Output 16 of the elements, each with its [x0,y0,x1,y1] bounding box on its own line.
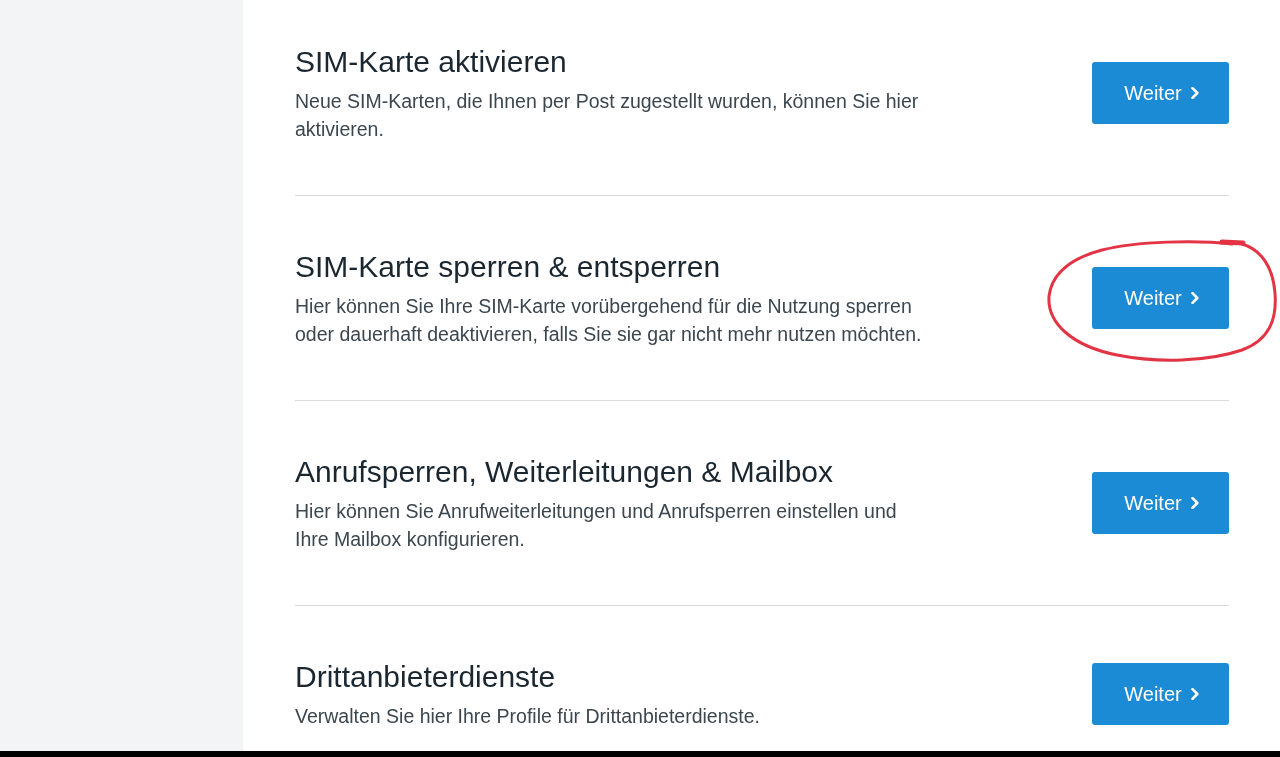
chevron-right-icon [1190,497,1199,509]
section-description: Hier können Sie Anrufweiterleitungen und Anrufsperren einstellen und Ihre Mailbox konfigurieren. [295,499,898,552]
section-description: Neue SIM-Karten, die Ihnen per Post zugestellt wurden, können Sie hier aktivieren. [295,89,920,142]
chevron-right-icon [1190,87,1199,99]
chevron-right-icon [1190,292,1199,304]
next-button[interactable]: Weiter [1092,663,1229,725]
section-description: Hier können Sie Ihre SIM-Karte vorübergehend für die Nutzung sperren oder dauerhaft deaktivieren, falls Sie sie gar nicht mehr nutzen möchten. [295,294,923,347]
section-title: Drittanbieterdienste [295,659,557,695]
section-title: SIM-Karte sperren & entsperren [295,249,722,285]
next-button[interactable]: Weiter [1092,472,1229,534]
chevron-right-icon [1190,688,1199,700]
next-button[interactable]: Weiter [1092,267,1229,329]
next-button[interactable]: Weiter [1092,62,1229,124]
section-description: Verwalten Sie hier Ihre Profile für Drittanbieterdienste. [295,704,760,729]
section-title: Anrufsperren, Weiterleitungen & Mailbox [295,454,835,490]
section-title: SIM-Karte aktivieren [295,44,568,80]
